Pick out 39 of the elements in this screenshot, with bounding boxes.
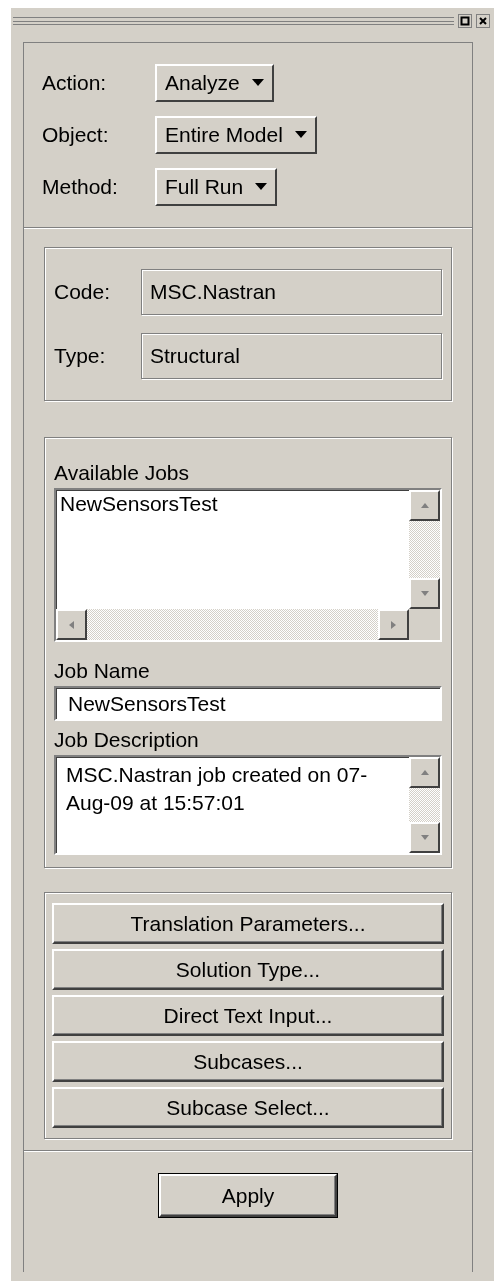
dropdown[interactable]: Analyze (155, 64, 274, 102)
field-label: Action: (42, 71, 108, 95)
dialog-button[interactable]: Subcases... (52, 1041, 444, 1082)
field-label: Method: (42, 175, 119, 199)
apply-button[interactable]: Apply (159, 1174, 337, 1217)
maximize-icon[interactable] (458, 14, 472, 28)
list-item[interactable]: NewSensorsTest (60, 492, 405, 516)
field-label: Job Description (54, 727, 199, 753)
field-label: Type: (54, 344, 107, 368)
dropdown[interactable]: Entire Model (155, 116, 317, 154)
title-bar-grip[interactable] (13, 17, 454, 25)
vertical-scrollbar[interactable] (409, 490, 440, 609)
down-arrow-icon (420, 591, 429, 596)
scrollbar-corner (409, 609, 440, 640)
caret-icon (294, 131, 307, 139)
list-label: Available Jobs (54, 460, 190, 486)
job-list[interactable]: NewSensorsTest (54, 488, 442, 642)
vertical-scrollbar[interactable] (409, 757, 440, 853)
left-arrow-icon (69, 620, 74, 629)
job-name-field[interactable]: NewSensorsTest (54, 686, 442, 721)
field-label: Object: (42, 123, 110, 147)
dialog-button[interactable]: Subcase Select... (52, 1087, 444, 1128)
right-arrow-icon (391, 620, 396, 629)
field-label: Code: (54, 280, 112, 304)
up-arrow-icon (420, 770, 429, 775)
dialog-button[interactable]: Solution Type... (52, 949, 444, 990)
field-label: Job Name (54, 658, 150, 684)
dialog-button[interactable]: Direct Text Input... (52, 995, 444, 1036)
dropdown[interactable]: Full Run (155, 168, 278, 206)
close-icon[interactable] (476, 14, 490, 28)
readonly-field: Structural (141, 333, 442, 379)
caret-icon (255, 183, 268, 191)
horizontal-scrollbar[interactable] (56, 609, 409, 640)
caret-icon (251, 79, 264, 87)
readonly-field: MSC.Nastran (141, 269, 442, 315)
up-arrow-icon (420, 503, 429, 508)
down-arrow-icon (420, 835, 429, 840)
dialog-button[interactable]: Translation Parameters... (52, 903, 444, 944)
description-field[interactable]: MSC.Nastran job created on 07-Aug-09 at 15:57:01 (54, 755, 442, 855)
